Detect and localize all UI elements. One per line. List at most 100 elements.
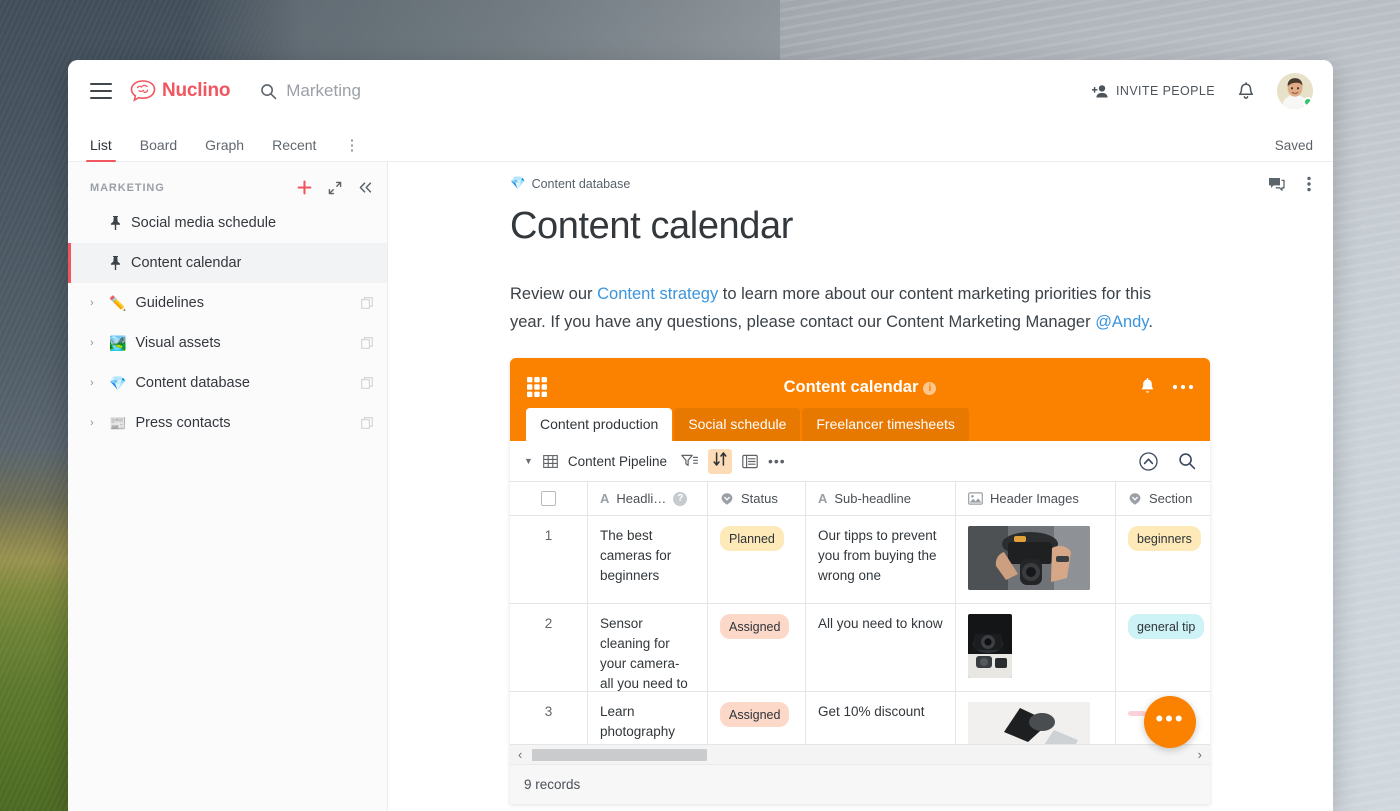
top-bar: Nuclino Marketing INVITE PEOPLE: [68, 60, 1333, 122]
column-label: Section: [1149, 490, 1193, 506]
cell-headline[interactable]: The best cameras for beginners: [588, 516, 708, 603]
bell-icon[interactable]: [1237, 81, 1255, 101]
cell-status[interactable]: Assigned: [708, 692, 806, 744]
sidebar-item-label: Content calendar: [131, 255, 242, 271]
record-count: 9 records: [510, 764, 1210, 804]
embed-tab-social-schedule[interactable]: Social schedule: [674, 408, 801, 441]
comment-icon[interactable]: [1268, 177, 1285, 192]
cell-headline[interactable]: Learn photography: [588, 692, 708, 744]
table-row[interactable]: 2 Sensor cleaning for your camera- all y…: [510, 604, 1210, 692]
horizontal-scrollbar[interactable]: ‹ ›: [510, 744, 1210, 764]
more-options-icon[interactable]: [1307, 176, 1311, 192]
row-height-icon[interactable]: [742, 454, 758, 469]
row-number: 3: [510, 692, 588, 744]
chevron-right-icon[interactable]: ›: [90, 377, 100, 389]
nuclino-logo[interactable]: Nuclino: [130, 80, 230, 102]
records-table: A Headli… ? Status A Sub-headline Header…: [510, 481, 1210, 744]
column-header-headline[interactable]: A Headli… ?: [588, 482, 708, 515]
scroll-left-arrow[interactable]: ‹: [514, 747, 526, 762]
cell-section[interactable]: general tip: [1116, 604, 1210, 691]
more-horizontal-icon[interactable]: [1172, 384, 1194, 390]
invite-people-button[interactable]: INVITE PEOPLE: [1092, 84, 1215, 99]
embed-tab-freelancer-timesheets[interactable]: Freelancer timesheets: [802, 408, 969, 441]
view-name[interactable]: Content Pipeline: [568, 454, 667, 469]
status-badge: Planned: [720, 526, 784, 551]
column-header-section[interactable]: Section: [1116, 482, 1210, 515]
column-header-sub-headline[interactable]: A Sub-headline: [806, 482, 956, 515]
sort-icon[interactable]: [708, 448, 732, 474]
duplicate-icon[interactable]: [361, 337, 373, 349]
cell-header-image[interactable]: [956, 604, 1116, 691]
bell-icon[interactable]: [1139, 378, 1156, 396]
column-label: Sub-headline: [834, 490, 912, 506]
hamburger-menu-icon[interactable]: [90, 83, 112, 99]
sidebar-item-guidelines[interactable]: › ✏️ Guidelines: [68, 283, 387, 323]
sidebar-item-visual-assets[interactable]: › 🏞️ Visual assets: [68, 323, 387, 363]
duplicate-icon[interactable]: [361, 377, 373, 389]
scrollbar-track[interactable]: [526, 748, 1193, 761]
table-row[interactable]: 1 The best cameras for beginners Planned…: [510, 516, 1210, 604]
add-icon[interactable]: [297, 180, 312, 195]
document-tools: [1268, 176, 1311, 192]
scroll-right-arrow[interactable]: ›: [1194, 747, 1206, 762]
cell-status[interactable]: Planned: [708, 516, 806, 603]
info-icon[interactable]: i: [923, 381, 937, 395]
brain-bubble-icon: [130, 80, 156, 102]
tab-board[interactable]: Board: [140, 137, 177, 161]
cell-headline[interactable]: Sensor cleaning for your camera- all you…: [588, 604, 708, 691]
camera-lens-photo: [968, 702, 1090, 744]
search-icon[interactable]: [1178, 452, 1196, 470]
chevron-right-icon[interactable]: ›: [90, 297, 100, 309]
chevron-right-icon[interactable]: ›: [90, 417, 100, 429]
column-header-status[interactable]: Status: [708, 482, 806, 515]
expand-record-button[interactable]: •••: [1144, 696, 1196, 748]
tabs-more-icon[interactable]: ⋮: [344, 138, 359, 161]
embed-title: Content calendar: [783, 377, 919, 396]
cell-sub-headline[interactable]: Our tipps to prevent you from buying the…: [806, 516, 956, 603]
cell-sub-headline[interactable]: Get 10% discount: [806, 692, 956, 744]
expand-icon[interactable]: [328, 181, 342, 195]
cell-header-image[interactable]: [956, 692, 1116, 744]
select-all-checkbox[interactable]: [541, 491, 556, 506]
camera-in-hands-photo: [968, 526, 1090, 590]
column-header-header-images[interactable]: Header Images: [956, 482, 1116, 515]
help-icon[interactable]: ?: [673, 491, 688, 506]
section-tag: general tip: [1128, 614, 1205, 639]
sidebar-item-label: Visual assets: [135, 335, 221, 351]
view-more-icon[interactable]: •••: [768, 454, 786, 468]
cell-sub-headline[interactable]: All you need to know: [806, 604, 956, 691]
sidebar-item-label: Press contacts: [135, 415, 231, 431]
collapse-up-icon[interactable]: [1139, 451, 1158, 471]
sidebar-item-press-contacts[interactable]: › 📰 Press contacts: [68, 403, 387, 443]
breadcrumb[interactable]: 💎 Content database: [510, 176, 1333, 191]
table-row[interactable]: 3 Learn photography Assigned Get 10% dis…: [510, 692, 1210, 744]
content-strategy-link[interactable]: Content strategy: [597, 285, 718, 303]
view-chevron-down-icon[interactable]: ▼: [524, 456, 533, 466]
sidebar-item-social-media-schedule[interactable]: › Social media schedule: [68, 203, 387, 243]
view-toolbar-right: [1139, 451, 1196, 471]
cell-header-image[interactable]: [956, 516, 1116, 603]
cell-status[interactable]: Assigned: [708, 604, 806, 691]
cell-section[interactable]: beginners: [1116, 516, 1210, 603]
sidebar-item-content-calendar[interactable]: › Content calendar: [68, 243, 387, 283]
search-box[interactable]: Marketing: [260, 81, 361, 101]
scrollbar-thumb[interactable]: [532, 748, 708, 761]
chevron-right-icon[interactable]: ›: [90, 337, 100, 349]
tab-graph[interactable]: Graph: [205, 137, 244, 161]
section-tag: [1128, 711, 1146, 716]
duplicate-icon[interactable]: [361, 417, 373, 429]
app-grid-icon[interactable]: [526, 376, 548, 398]
user-avatar[interactable]: [1277, 73, 1313, 109]
andy-mention-link[interactable]: @Andy: [1095, 313, 1148, 331]
search-input[interactable]: Marketing: [286, 81, 361, 101]
text-field-icon: A: [818, 490, 828, 506]
duplicate-icon[interactable]: [361, 297, 373, 309]
collapse-sidebar-icon[interactable]: [358, 181, 373, 194]
filter-icon[interactable]: [681, 454, 698, 469]
sidebar-item-content-database[interactable]: › 💎 Content database: [68, 363, 387, 403]
table-rows-viewport: 1 The best cameras for beginners Planned…: [510, 516, 1210, 744]
tab-list[interactable]: List: [86, 137, 116, 162]
single-select-icon: [721, 492, 733, 505]
tab-recent[interactable]: Recent: [272, 137, 316, 161]
embed-tab-content-production[interactable]: Content production: [526, 408, 673, 441]
